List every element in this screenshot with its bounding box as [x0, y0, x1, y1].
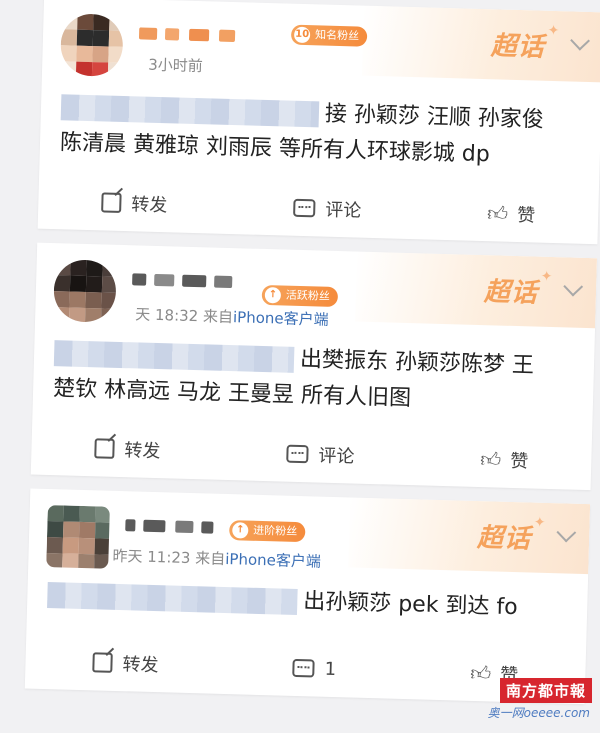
fan-badge[interactable]: ↑ 进阶粉丝: [228, 520, 306, 543]
comment-label: 评论: [324, 199, 362, 222]
supertopic-label[interactable]: 超话: [477, 517, 532, 555]
post-meta: 3小时前: [148, 54, 203, 77]
avatar[interactable]: [46, 505, 110, 569]
redacted-text: [47, 582, 298, 616]
post-meta: 天 18:32 来自iPhone客户端: [135, 303, 329, 329]
post-time: 昨天 11:23: [112, 546, 191, 568]
fan-level-icon: 10: [293, 26, 311, 44]
comment-button[interactable]: 1: [292, 657, 337, 680]
post-text-line: 出孙颖莎 pek 到达 fo: [302, 589, 519, 621]
post-meta: 昨天 11:23 来自iPhone客户端: [112, 545, 321, 572]
post-actions: 转发 评论 👍︎ 赞: [31, 427, 592, 483]
post-source-prefix: 来自: [202, 307, 234, 327]
repost-icon: [92, 652, 113, 673]
post-time: 天 18:32: [135, 305, 199, 326]
fan-badge[interactable]: 10 知名粉丝: [290, 24, 368, 47]
like-label: 赞: [510, 450, 529, 473]
repost-button[interactable]: 转发: [92, 649, 159, 677]
post-source-prefix: 来自: [195, 549, 226, 568]
post-text: 出孙颖莎 pek 到达 fo: [47, 577, 568, 628]
newspaper-logo: 南方都市報: [499, 678, 592, 703]
post-card: 10 知名粉丝 3小时前 超话 ✦ 接 孙颖莎 汪顺 孙家俊 陈清晨 黄雅琼 刘…: [37, 0, 600, 245]
supertopic-label[interactable]: 超话: [484, 271, 539, 309]
comment-button[interactable]: 评论: [286, 441, 355, 469]
post-card: ↑ 进阶粉丝 昨天 11:23 来自iPhone客户端 超话 ✦ 出孙颖莎 pe…: [24, 488, 591, 705]
comment-button[interactable]: 评论: [293, 195, 362, 223]
thumbs-up-icon: 👍︎: [480, 447, 502, 472]
avatar[interactable]: [53, 259, 117, 323]
post-text-line: 出樊振东 孙颖莎陈梦 王: [299, 347, 535, 379]
sparkle-icon: ✦: [533, 514, 546, 531]
supertopic-ribbon: [348, 497, 591, 575]
repost-button[interactable]: 转发: [94, 435, 161, 463]
like-button[interactable]: 👍︎ 赞: [480, 446, 529, 473]
post-time: 3小时前: [147, 55, 204, 76]
comment-icon: [286, 444, 309, 464]
like-button[interactable]: 👍︎ 赞: [487, 200, 536, 227]
repost-button[interactable]: 转发: [101, 189, 168, 217]
fan-level-icon: ↑: [232, 522, 249, 539]
fan-level-icon: ↑: [264, 286, 282, 304]
repost-icon: [94, 438, 115, 459]
sparkle-icon: ✦: [540, 268, 553, 286]
post-text: 出樊振东 孙颖莎陈梦 王 楚钦 林高远 马龙 王曼昱 所有人旧图: [53, 335, 575, 421]
comment-label: 评论: [318, 445, 355, 468]
post-source-client[interactable]: iPhone客户端: [233, 308, 329, 329]
badge-label: 活跃粉丝: [285, 288, 331, 303]
post-text-line: 接 孙颖莎 汪顺 孙家俊: [324, 101, 545, 133]
fan-badge[interactable]: ↑ 活跃粉丝: [261, 284, 339, 308]
post-actions: 转发 评论 👍︎ 赞: [38, 181, 599, 237]
repost-label: 转发: [122, 654, 159, 677]
thumbs-up-icon: 👍︎: [469, 660, 492, 686]
redacted-text: [60, 94, 320, 128]
supertopic-ribbon: [362, 5, 600, 83]
weibo-feed: 10 知名粉丝 3小时前 超话 ✦ 接 孙颖莎 汪顺 孙家俊 陈清晨 黄雅琼 刘…: [0, 0, 600, 733]
username-redacted[interactable]: [125, 515, 235, 536]
comment-icon: [292, 658, 315, 678]
comment-icon: [293, 198, 316, 218]
comment-count: 1: [324, 658, 337, 680]
newspaper-site: 奥一网oeeee.com: [487, 706, 590, 720]
like-label: 赞: [516, 205, 536, 227]
repost-label: 转发: [131, 194, 168, 217]
post-text: 接 孙颖莎 汪顺 孙家俊 陈清晨 黄雅琼 刘雨辰 等所有人环球影城 dp: [60, 89, 582, 175]
repost-icon: [101, 192, 122, 213]
avatar[interactable]: [59, 13, 124, 77]
repost-label: 转发: [124, 440, 161, 463]
badge-label: 进阶粉丝: [253, 523, 298, 538]
redacted-text: [53, 340, 295, 373]
thumbs-up-icon: 👍︎: [486, 201, 509, 226]
post-card: ↑ 活跃粉丝 天 18:32 来自iPhone客户端 超话 ✦ 出樊振东 孙颖莎…: [30, 242, 598, 491]
post-source-client[interactable]: iPhone客户端: [225, 550, 321, 571]
badge-label: 知名粉丝: [314, 28, 360, 43]
sparkle-icon: ✦: [547, 22, 560, 40]
username-redacted[interactable]: [132, 269, 242, 290]
supertopic-label[interactable]: 超话: [490, 25, 545, 63]
username-redacted[interactable]: [138, 23, 249, 44]
supertopic-ribbon: [355, 251, 598, 329]
